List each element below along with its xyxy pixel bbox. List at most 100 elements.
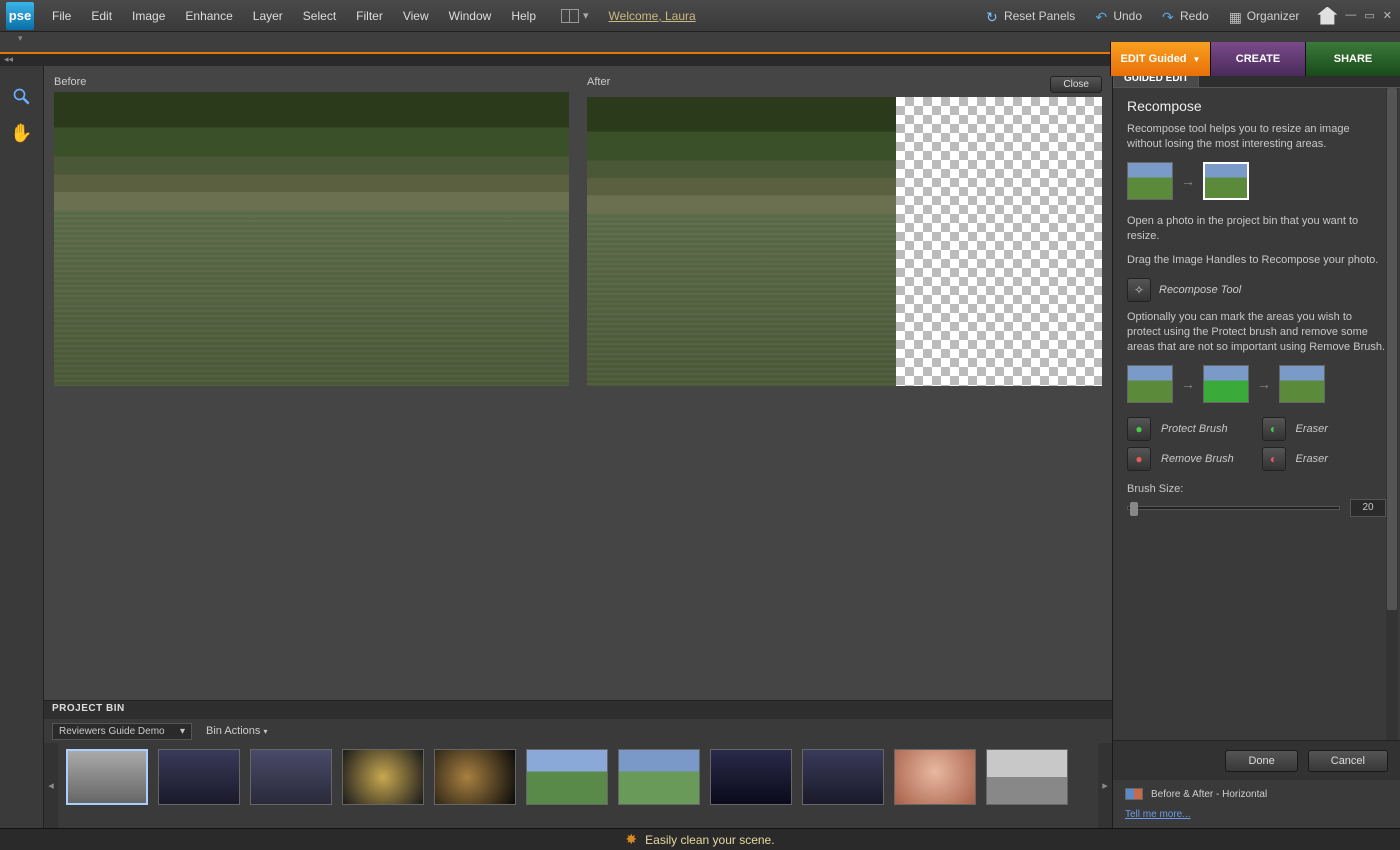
bin-thumb-10[interactable] <box>894 749 976 805</box>
menu-enhance[interactable]: Enhance <box>175 0 242 32</box>
undo-icon <box>1095 9 1109 23</box>
bin-thumb-5[interactable] <box>434 749 516 805</box>
status-text: Easily clean your scene. <box>645 833 774 847</box>
protect-eraser-label: Eraser <box>1296 423 1387 435</box>
close-preview-button[interactable]: Close <box>1050 76 1102 93</box>
menu-edit[interactable]: Edit <box>81 0 122 32</box>
menu-help[interactable]: Help <box>501 0 546 32</box>
undo-button[interactable]: Undo <box>1085 9 1152 23</box>
example-after-thumb <box>1203 162 1249 200</box>
canvas-area: Before After Close <box>44 66 1112 390</box>
remove-eraser-button[interactable]: ◐ <box>1262 447 1286 471</box>
remove-brush-label: Remove Brush <box>1161 453 1252 465</box>
home-icon[interactable] <box>1317 7 1337 25</box>
bin-thumb-1[interactable] <box>66 749 148 805</box>
reset-icon <box>986 9 1000 23</box>
tool-strip: ✋ <box>0 66 44 828</box>
tab-create[interactable]: CREATE <box>1210 42 1305 76</box>
after-panel: After Close <box>587 76 1102 386</box>
done-button[interactable]: Done <box>1225 750 1297 772</box>
zoom-tool[interactable] <box>11 86 33 108</box>
layout-dropdown-icon[interactable] <box>561 9 579 23</box>
status-bar: ✸ Easily clean your scene. <box>0 828 1400 850</box>
menu-layer[interactable]: Layer <box>243 0 293 32</box>
options-dropdown-icon[interactable]: ▾ <box>0 33 23 43</box>
guided-step2: Drag the Image Handles to Recompose your… <box>1127 253 1386 268</box>
bin-thumb-3[interactable] <box>250 749 332 805</box>
panel-scrollbar[interactable] <box>1386 88 1398 740</box>
view-mode-icon[interactable] <box>1125 788 1143 800</box>
remove-brush-button[interactable]: ● <box>1127 447 1151 471</box>
before-panel: Before <box>54 76 569 386</box>
close-window-button[interactable]: ✕ <box>1383 9 1392 22</box>
recompose-tool-button[interactable]: ✧ <box>1127 278 1151 302</box>
transparent-area <box>896 97 1102 386</box>
project-bin-dropdown[interactable]: Reviewers Guide Demo▾ <box>52 723 192 740</box>
menu-filter[interactable]: Filter <box>346 0 393 32</box>
project-bin-thumbnails <box>58 743 1098 828</box>
after-image[interactable] <box>587 97 1102 386</box>
brush-example-2 <box>1203 365 1249 403</box>
view-mode-label: Before & After - Horizontal <box>1151 789 1267 800</box>
guided-optional: Optionally you can mark the areas you wi… <box>1127 310 1386 355</box>
reset-panels-button[interactable]: Reset Panels <box>976 9 1085 23</box>
organizer-button[interactable]: Organizer <box>1219 9 1310 23</box>
redo-button[interactable]: Redo <box>1152 9 1219 23</box>
remove-eraser-label: Eraser <box>1296 453 1387 465</box>
maximize-button[interactable]: ▭ <box>1364 9 1374 22</box>
project-bin: PROJECT BIN Reviewers Guide Demo▾ Bin Ac… <box>44 700 1112 828</box>
cancel-button[interactable]: Cancel <box>1308 750 1388 772</box>
protect-brush-label: Protect Brush <box>1161 423 1252 435</box>
tell-me-more-link[interactable]: Tell me more... <box>1125 809 1191 820</box>
tab-edit[interactable]: EDIT Guided <box>1110 42 1210 76</box>
bin-thumb-7[interactable] <box>618 749 700 805</box>
menu-image[interactable]: Image <box>122 0 175 32</box>
hand-tool[interactable]: ✋ <box>11 122 33 144</box>
menu-window[interactable]: Window <box>439 0 502 32</box>
brush-size-label: Brush Size: <box>1127 483 1386 495</box>
bin-thumb-9[interactable] <box>802 749 884 805</box>
bin-scroll-left[interactable]: ◂ <box>44 743 58 828</box>
menu-file[interactable]: File <box>42 0 81 32</box>
bin-thumb-11[interactable] <box>986 749 1068 805</box>
welcome-link[interactable]: Welcome, Laura <box>609 9 696 23</box>
bin-thumb-2[interactable] <box>158 749 240 805</box>
bin-actions-menu[interactable]: Bin Actions ▾ <box>206 725 268 737</box>
bin-scroll-right[interactable]: ▸ <box>1098 743 1112 828</box>
brush-example-1 <box>1127 365 1173 403</box>
recompose-tool-label: Recompose Tool <box>1159 284 1241 296</box>
mode-tabs: EDIT Guided CREATE SHARE <box>1110 42 1400 76</box>
guided-edit-panel: GUIDED EDIT Recompose Recompose tool hel… <box>1112 66 1400 828</box>
before-label: Before <box>54 76 86 88</box>
arrow-icon: → <box>1181 376 1195 392</box>
guided-intro: Recompose tool helps you to resize an im… <box>1127 122 1386 152</box>
bin-thumb-4[interactable] <box>342 749 424 805</box>
brush-example-3 <box>1279 365 1325 403</box>
example-before-thumb <box>1127 162 1173 200</box>
organizer-icon <box>1229 9 1243 23</box>
bin-thumb-6[interactable] <box>526 749 608 805</box>
bin-thumb-8[interactable] <box>710 749 792 805</box>
minimize-button[interactable]: — <box>1345 9 1356 22</box>
protect-brush-button[interactable]: ● <box>1127 417 1151 441</box>
menu-select[interactable]: Select <box>293 0 346 32</box>
menu-bar: pse File Edit Image Enhance Layer Select… <box>0 0 1400 32</box>
tab-share[interactable]: SHARE <box>1305 42 1400 76</box>
guided-step1: Open a photo in the project bin that you… <box>1127 214 1386 244</box>
arrow-icon: → <box>1257 376 1271 392</box>
brush-size-slider[interactable] <box>1127 506 1340 510</box>
redo-icon <box>1162 9 1176 23</box>
project-bin-header: PROJECT BIN <box>44 701 1112 719</box>
app-logo: pse <box>6 2 34 30</box>
protect-eraser-button[interactable]: ◐ <box>1262 417 1286 441</box>
menu-view[interactable]: View <box>393 0 439 32</box>
collapse-left-icon[interactable]: ◂◂ <box>4 54 13 65</box>
arrow-icon: → <box>1181 173 1195 189</box>
brush-size-input[interactable]: 20 <box>1350 499 1386 517</box>
guided-title: Recompose <box>1127 98 1386 114</box>
window-controls: — ▭ ✕ <box>1345 9 1400 22</box>
before-image[interactable] <box>54 92 569 386</box>
after-label: After <box>587 76 610 93</box>
magnifier-icon <box>12 87 32 107</box>
hand-icon: ✋ <box>10 123 32 144</box>
